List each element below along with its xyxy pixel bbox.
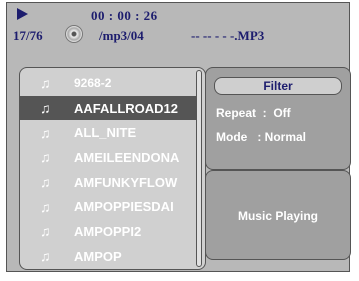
track-list: ♫ 9268-2 ♫ AAFALLROAD12 ♫ ALL_NITE ♫ AME… — [20, 71, 196, 269]
status-header: 00 : 00 : 26 17/76 /mp3/04 -- -- - - -.M… — [7, 3, 349, 63]
track-list-panel: ♫ 9268-2 ♫ AAFALLROAD12 ♫ ALL_NITE ♫ AME… — [19, 67, 206, 270]
track-row[interactable]: ♫ AMPOP — [28, 244, 188, 269]
disc-icon — [65, 25, 83, 43]
track-label: AMEILEENDONA — [74, 149, 180, 165]
track-row[interactable]: ♫ ALL_NITE — [28, 120, 188, 145]
music-note-icon: ♫ — [40, 75, 51, 92]
track-row[interactable]: ♫ AMPOPPI2 — [28, 219, 188, 244]
music-note-icon: ♫ — [40, 248, 51, 265]
repeat-setting[interactable]: Repeat : Off — [216, 106, 291, 120]
filter-button[interactable]: Filter — [214, 77, 342, 95]
player-screen: 00 : 00 : 26 17/76 /mp3/04 -- -- - - -.M… — [6, 2, 351, 272]
music-note-icon: ♫ — [40, 198, 51, 215]
playback-status: Music Playing — [237, 209, 319, 223]
music-note-icon: ♫ — [40, 124, 51, 141]
list-scrollbar[interactable] — [196, 70, 202, 267]
track-label: 9268-2 — [74, 76, 112, 91]
track-row[interactable]: ♫ 9268-2 — [28, 71, 188, 96]
track-label: AAFALLROAD12 — [74, 100, 179, 116]
track-label: AMPOPPIESDAI — [74, 199, 174, 215]
music-note-icon: ♫ — [40, 100, 51, 117]
track-counter: 17/76 — [13, 28, 43, 43]
track-row-selected[interactable]: ♫ AAFALLROAD12 — [20, 95, 196, 121]
filter-panel: Filter Repeat : Off Mode : Normal — [205, 67, 351, 170]
elapsed-time: 00 : 00 : 26 — [91, 8, 158, 23]
file-name: -- -- - - -.MP3 — [191, 28, 265, 43]
folder-path: /mp3/04 — [99, 28, 144, 43]
track-label: AMPOPPI2 — [74, 223, 142, 239]
music-note-icon: ♫ — [40, 223, 51, 240]
music-note-icon: ♫ — [40, 149, 51, 166]
track-label: ALL_NITE — [74, 125, 137, 141]
track-row[interactable]: ♫ AMFUNKYFLOW — [28, 170, 188, 195]
track-label: AMPOP — [74, 248, 122, 264]
mode-setting[interactable]: Mode : Normal — [216, 130, 306, 144]
music-note-icon: ♫ — [40, 174, 51, 191]
track-label: AMFUNKYFLOW — [74, 174, 178, 190]
track-row[interactable]: ♫ AMEILEENDONA — [28, 145, 188, 170]
play-icon — [17, 8, 28, 20]
track-row[interactable]: ♫ AMPOPPIESDAI — [28, 194, 188, 219]
status-panel: Music Playing — [205, 170, 351, 260]
